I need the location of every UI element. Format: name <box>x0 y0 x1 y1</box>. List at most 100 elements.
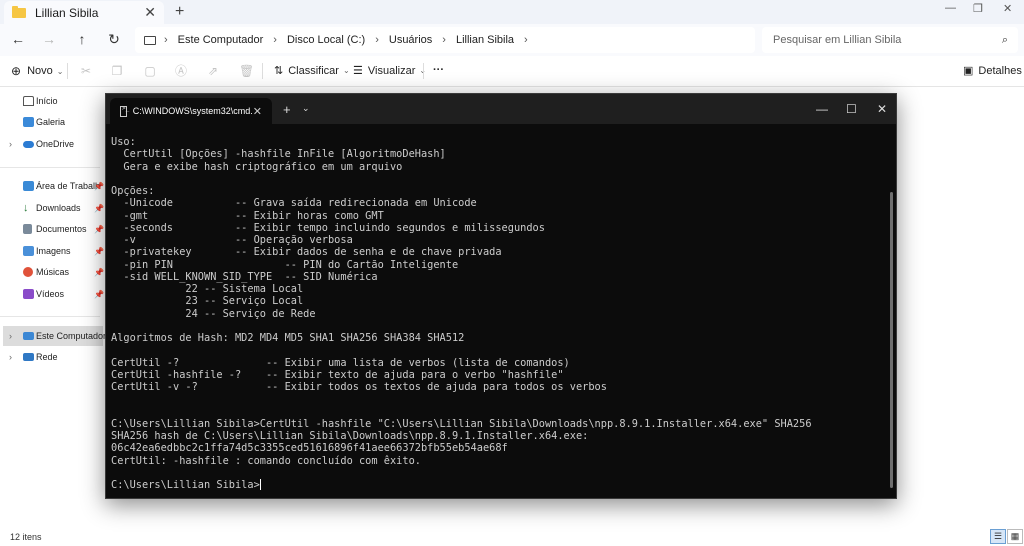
more-options-button[interactable]: ··· <box>433 64 444 76</box>
restore-button[interactable]: ❐ <box>973 2 983 15</box>
address-bar[interactable]: › Este Computador › Disco Local (C:) › U… <box>135 27 755 53</box>
sidebar-item-videos[interactable]: Vídeos 📌 <box>0 284 104 304</box>
pin-icon: 📌 <box>94 224 104 234</box>
terminal-line: CertUtil -? -- Exibir uma lista de verbo… <box>111 356 570 369</box>
gallery-icon <box>23 117 34 127</box>
explorer-tab-bar: Lillian Sibila ✕ + — ❐ ✕ <box>0 0 1024 24</box>
terminal-line: CertUtil [Opções] -hashfile InFile [Algo… <box>111 148 446 161</box>
new-button[interactable]: ⊕ Novo ⌄ <box>11 64 63 78</box>
terminal-line: CertUtil -v -? -- Exibir todos os textos… <box>111 381 607 393</box>
forward-button[interactable]: → <box>40 31 58 47</box>
breadcrumb-users[interactable]: Usuários <box>389 34 432 46</box>
terminal-scrollbar[interactable] <box>890 192 893 488</box>
chevron-down-icon: ⌄ <box>56 66 64 76</box>
up-button[interactable]: ↑ <box>73 31 91 47</box>
terminal-tab-title: C:\WINDOWS\system32\cmd. <box>132 106 253 116</box>
breadcrumb-this-pc[interactable]: Este Computador <box>178 34 264 46</box>
share-icon[interactable]: ⇗ <box>207 65 219 77</box>
new-terminal-tab-button[interactable]: + <box>283 102 291 117</box>
terminal-tab[interactable]: C:\WINDOWS\system32\cmd. ✕ <box>110 98 272 124</box>
terminal-close-button[interactable]: ✕ <box>877 102 887 116</box>
music-icon <box>23 267 33 277</box>
search-input[interactable]: Pesquisar em Lillian Sibila ⌕ <box>762 27 1018 53</box>
terminal-line: C:\Users\Lillian Sibila>CertUtil -hashfi… <box>111 417 812 430</box>
sidebar-item-gallery[interactable]: Galeria <box>0 112 103 132</box>
desktop-icon <box>23 181 34 191</box>
minimize-button[interactable]: — <box>945 2 956 14</box>
breadcrumb-local-disk[interactable]: Disco Local (C:) <box>287 34 365 46</box>
chevron-down-icon[interactable]: ⌄ <box>302 103 310 114</box>
breadcrumb-user-folder[interactable]: Lillian Sibila <box>456 34 514 46</box>
terminal-line: Gera e exibe hash criptográfico em um ar… <box>111 160 403 173</box>
sidebar-item-documents[interactable]: Documentos 📌 <box>0 219 104 239</box>
cut-icon[interactable]: ✂ <box>80 65 92 77</box>
terminal-maximize-button[interactable]: ☐ <box>846 102 857 116</box>
rename-icon[interactable]: Ⓐ <box>175 65 187 77</box>
refresh-button[interactable]: ↻ <box>105 31 123 48</box>
sort-button[interactable]: ⇅ Classificar ⌄ <box>274 64 350 78</box>
terminal-output[interactable]: Uso: CertUtil [Opções] -hashfile InFile … <box>111 136 882 492</box>
network-icon <box>23 353 34 361</box>
close-window-button[interactable]: ✕ <box>1003 2 1012 15</box>
new-tab-button[interactable]: + <box>175 3 184 21</box>
view-button[interactable]: ☰ Visualizar ⌄ <box>353 64 426 78</box>
paste-icon[interactable]: ▢ <box>144 65 156 77</box>
chevron-right-icon[interactable]: › <box>9 139 12 149</box>
cloud-icon <box>23 140 34 148</box>
terminal-line: -pin PIN -- PIN do Cartão Inteligente <box>111 258 459 271</box>
pin-icon: 📌 <box>94 203 104 213</box>
terminal-line: Algoritmos de Hash: MD2 MD4 MD5 SHA1 SHA… <box>111 332 465 344</box>
sidebar-item-pictures[interactable]: Imagens 📌 <box>0 241 104 261</box>
details-button[interactable]: ▣ Detalhes <box>963 64 1022 78</box>
sidebar-item-network[interactable]: › Rede <box>0 347 103 367</box>
text-cursor <box>259 479 261 490</box>
computer-icon <box>23 332 34 340</box>
close-tab-icon[interactable]: ✕ <box>144 4 156 21</box>
tiles-view-icon[interactable]: ▦ <box>1007 529 1023 544</box>
terminal-line: -privatekey -- Exibir dados de senha e d… <box>111 246 502 259</box>
terminal-title-bar[interactable]: C:\WINDOWS\system32\cmd. ✕ + ⌄ — ☐ ✕ <box>106 94 896 124</box>
search-icon: ⌕ <box>1001 33 1008 46</box>
delete-icon[interactable]: 🗑 <box>239 65 254 77</box>
sort-icon: ⇅ <box>274 65 284 77</box>
terminal-line: 22 -- Sistema Local <box>111 283 304 295</box>
terminal-line: -v -- Operação verbosa <box>111 234 353 246</box>
pin-icon: 📌 <box>94 267 104 277</box>
plus-circle-icon: ⊕ <box>11 64 22 78</box>
terminal-line: -Unicode -- Grava saída redirecionada em… <box>111 197 477 210</box>
chevron-right-icon[interactable]: › <box>9 352 12 362</box>
copy-icon[interactable]: ❐ <box>111 65 123 77</box>
terminal-minimize-button[interactable]: — <box>816 102 828 116</box>
pin-icon: 📌 <box>94 246 104 256</box>
details-view-icon[interactable]: ☰ <box>990 529 1006 544</box>
sidebar-item-onedrive[interactable]: › OneDrive <box>0 134 103 154</box>
view-icon: ☰ <box>353 65 363 77</box>
sidebar-item-music[interactable]: Músicas 📌 <box>0 262 104 282</box>
sidebar-item-desktop[interactable]: Área de Trabalh 📌 <box>0 176 104 196</box>
chevron-down-icon: ⌄ <box>342 66 350 75</box>
terminal-line: CertUtil: -hashfile : comando concluído … <box>111 454 421 467</box>
back-button[interactable]: ← <box>9 31 27 47</box>
sidebar-item-this-pc[interactable]: › Este Computador <box>3 326 106 346</box>
address-row: ← → ↑ ↻ › Este Computador › Disco Local … <box>0 24 1024 56</box>
terminal-line: SHA256 hash de C:\Users\Lillian Sibila\D… <box>111 430 589 442</box>
status-item-count: 12 itens <box>10 532 42 542</box>
pin-icon: 📌 <box>94 181 104 191</box>
close-tab-icon[interactable]: ✕ <box>253 105 262 118</box>
document-icon <box>23 224 32 234</box>
terminal-line: 06c42ea6edbbc2c1ffa74d5c3355ced51616896f… <box>111 442 508 455</box>
sidebar-item-home[interactable]: Início <box>0 91 103 111</box>
navigation-pane: Início Galeria › OneDrive Área de Trabal… <box>0 88 106 528</box>
pin-icon: 📌 <box>94 289 104 299</box>
terminal-line: -seconds -- Exibir tempo incluindo segun… <box>111 221 545 234</box>
chevron-right-icon[interactable]: › <box>9 331 12 341</box>
terminal-prompt-line[interactable]: C:\Users\Lillian Sibila> <box>111 479 882 491</box>
sidebar-item-downloads[interactable]: ↓ Downloads 📌 <box>0 198 104 218</box>
terminal-line: CertUtil -hashfile -? -- Exibir texto de… <box>111 368 564 381</box>
explorer-tab[interactable]: Lillian Sibila ✕ <box>4 1 164 24</box>
terminal-window[interactable]: C:\WINDOWS\system32\cmd. ✕ + ⌄ — ☐ ✕ Uso… <box>105 93 897 499</box>
